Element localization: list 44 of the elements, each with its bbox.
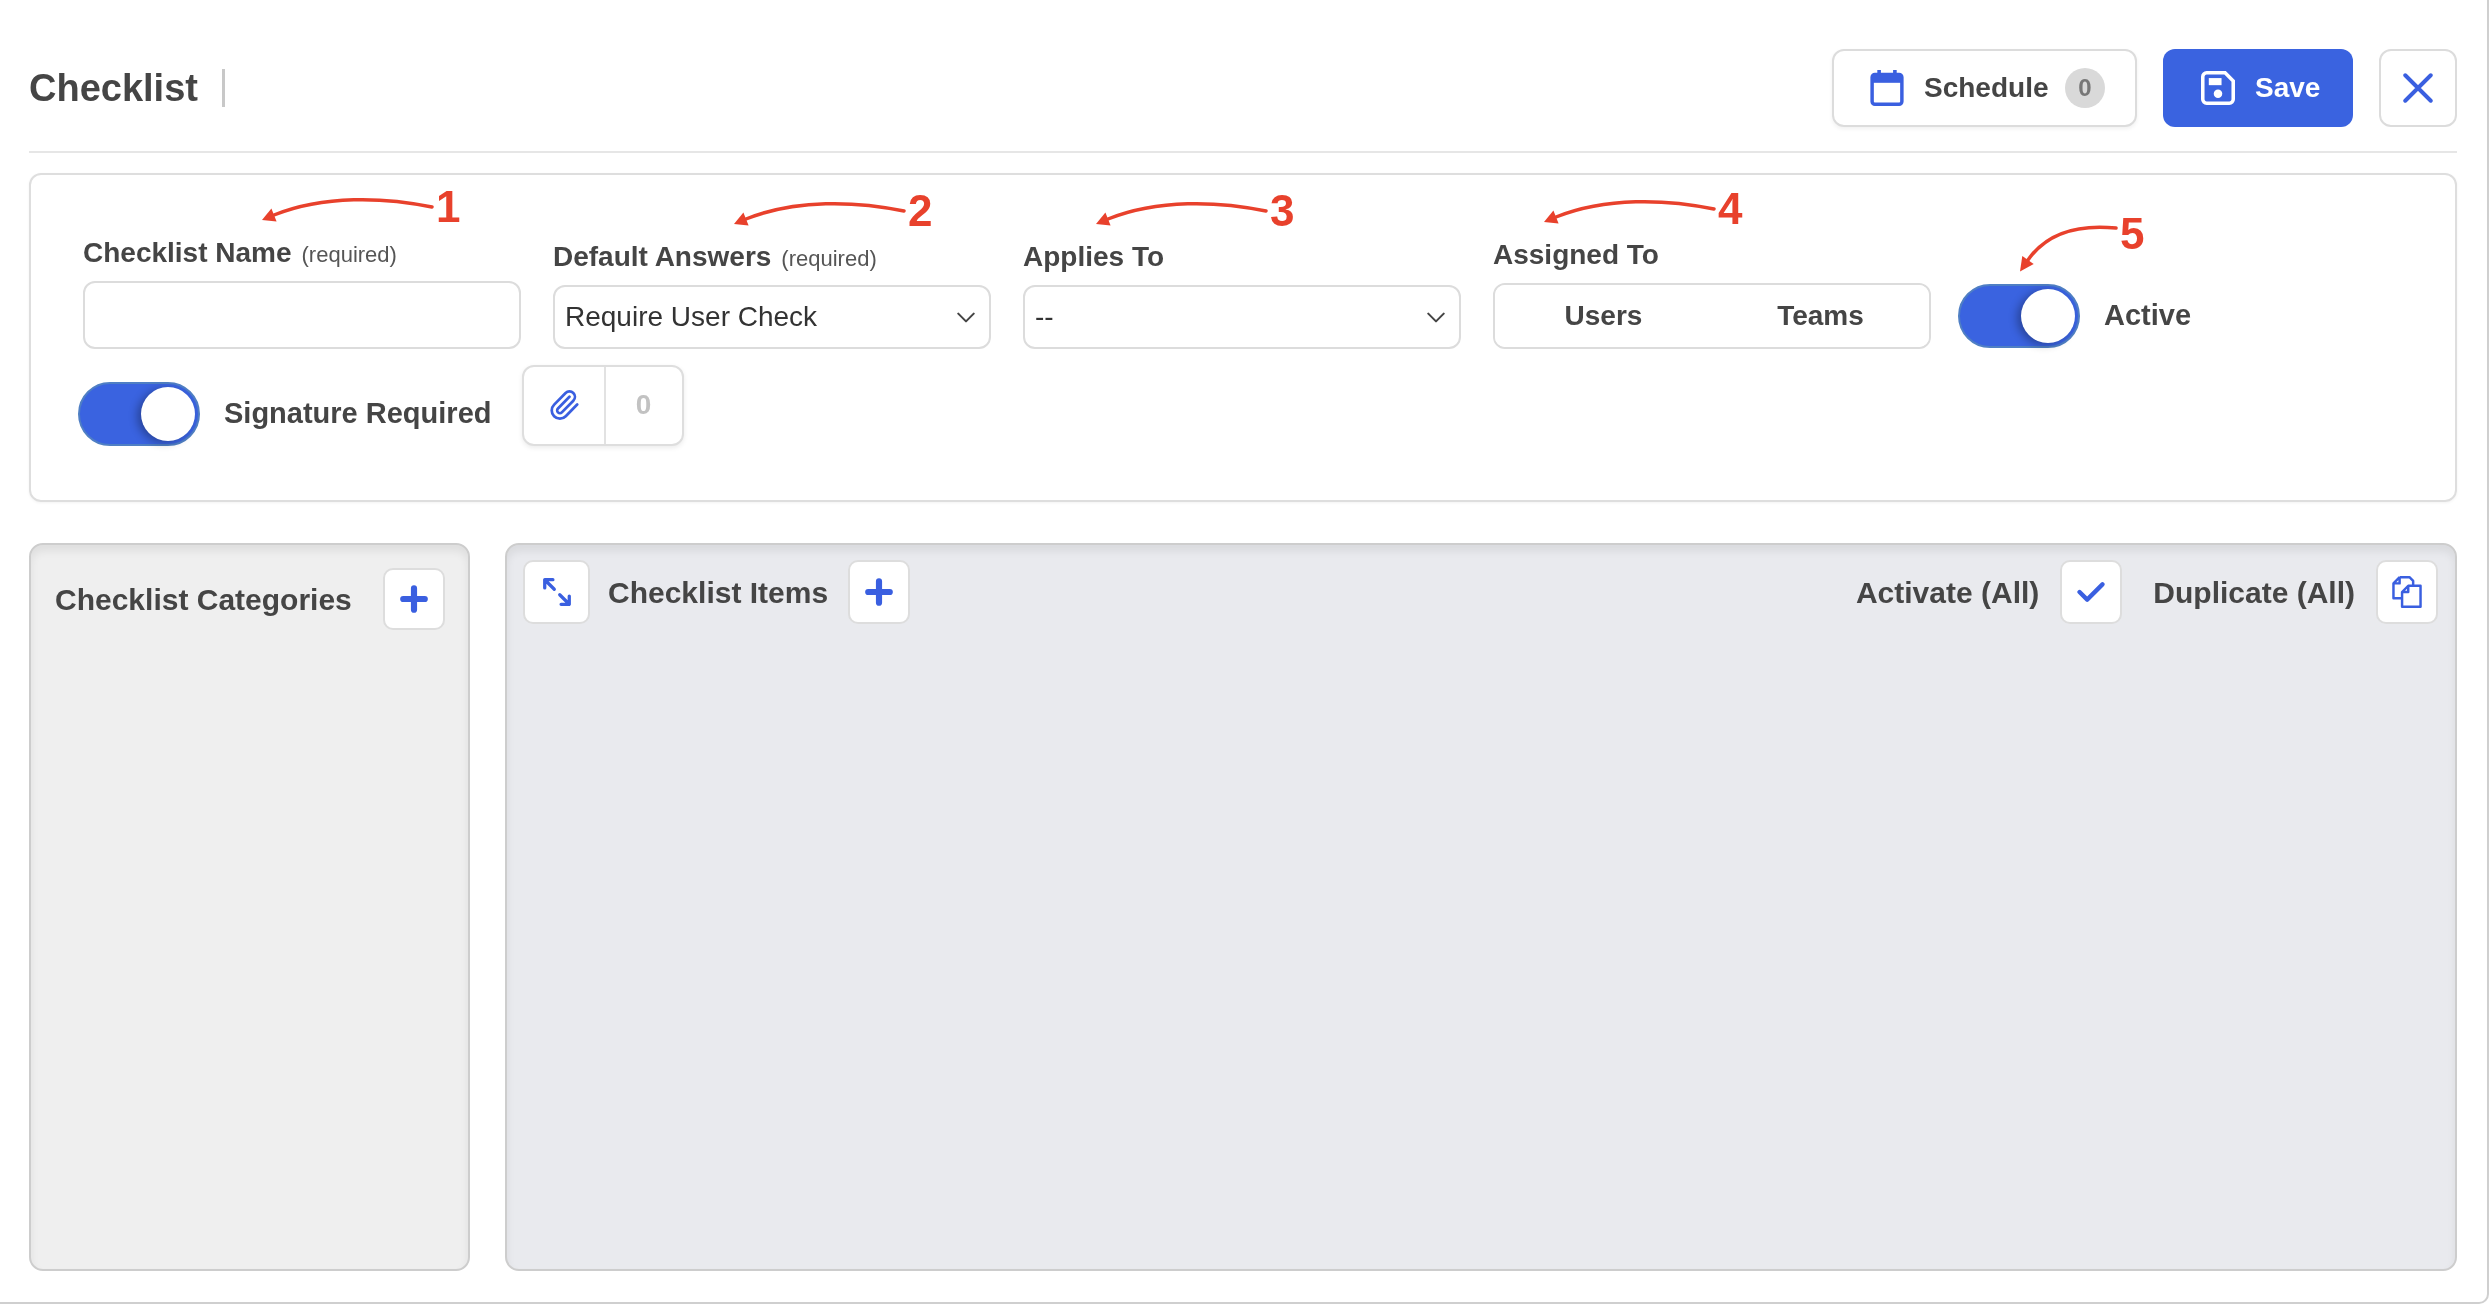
- field-label: Default Answers: [553, 240, 772, 274]
- dropdown-select[interactable]: Require User Check: [553, 285, 991, 349]
- calendar-icon: [1870, 70, 1904, 106]
- field-label: Applies To: [1023, 240, 1165, 274]
- add-button[interactable]: [383, 568, 445, 630]
- copy-icon: [2392, 576, 2422, 608]
- expand-icon: [541, 577, 572, 607]
- annotation-number: 3: [1270, 189, 1295, 233]
- field-note: (required): [781, 245, 877, 273]
- text-input[interactable]: [83, 281, 521, 349]
- save-button[interactable]: Save: [2163, 49, 2353, 127]
- chevron-down-icon: [957, 311, 975, 323]
- duplicate-all-button[interactable]: [2376, 560, 2438, 624]
- page-title: Checklist: [29, 69, 198, 107]
- chevron-down-icon: [1427, 311, 1445, 323]
- add-button[interactable]: [848, 560, 911, 624]
- expand-button[interactable]: [523, 560, 590, 624]
- active-toggle[interactable]: [1958, 284, 2080, 348]
- plus-icon: [865, 578, 894, 606]
- panel-title: Checklist Items: [608, 574, 829, 611]
- plus-icon: [400, 585, 428, 613]
- field-label: Assigned To: [1493, 238, 1659, 272]
- attachment-count: 0: [603, 366, 682, 444]
- annotation-number: 5: [2120, 212, 2145, 256]
- panel-title: Checklist Categories: [55, 581, 352, 618]
- check-icon: [2077, 581, 2106, 603]
- close-icon: [2403, 73, 2433, 103]
- count-badge: 0: [2065, 68, 2105, 108]
- annotation-number: 4: [1718, 187, 1743, 231]
- duplicate-all-label: Duplicate (All): [2153, 574, 2355, 611]
- field-note: (required): [301, 241, 397, 269]
- toggle-label: Active: [2104, 298, 2192, 334]
- dropdown-select[interactable]: --: [1023, 285, 1461, 349]
- annotation-number: 1: [436, 185, 461, 229]
- close-button[interactable]: [2379, 49, 2457, 127]
- save-icon: [2201, 71, 2235, 105]
- signature-toggle[interactable]: [78, 382, 200, 446]
- activate-all-button[interactable]: [2060, 560, 2123, 624]
- annotation-number: 2: [908, 189, 933, 233]
- toggle-label: Signature Required: [224, 396, 492, 432]
- activate-all-label: Activate (All): [1855, 574, 2040, 611]
- field-label: Checklist Name: [83, 236, 292, 270]
- schedule-button[interactable]: Schedule 0: [1832, 49, 2137, 127]
- paperclip-icon: [548, 390, 579, 420]
